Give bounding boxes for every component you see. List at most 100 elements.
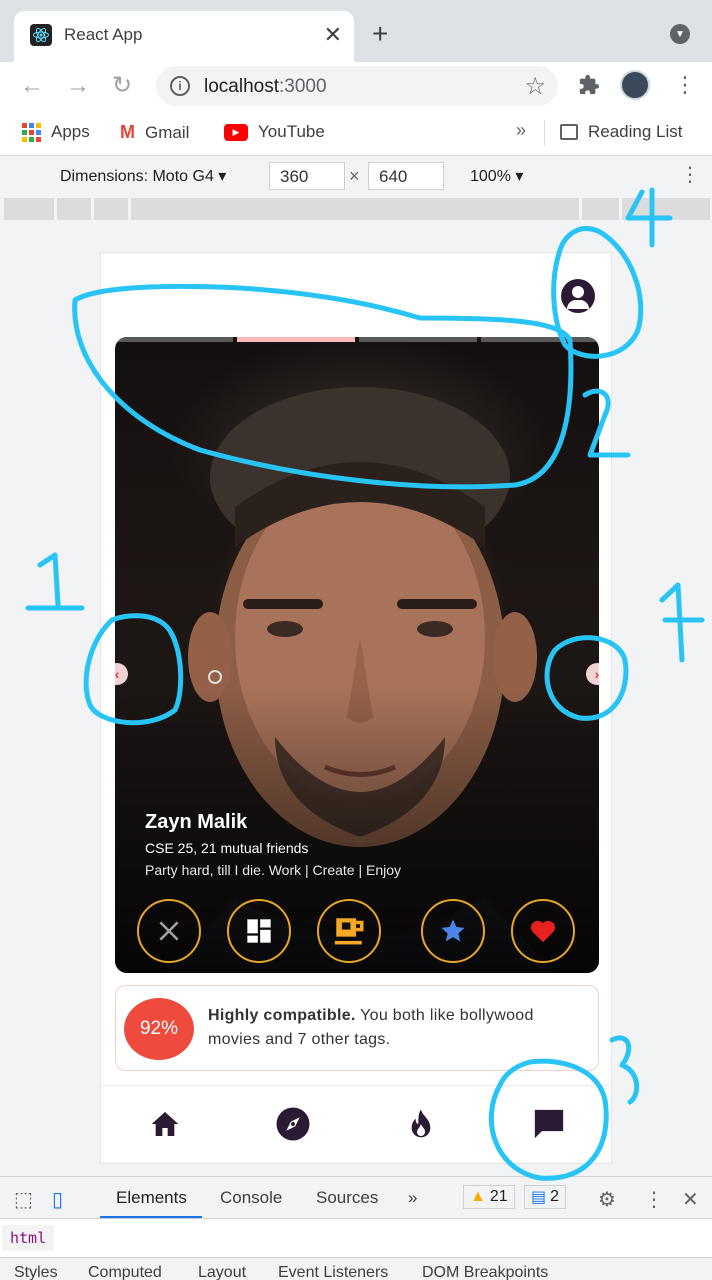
subtab-styles[interactable]: Styles [14, 1264, 58, 1280]
dom-breadcrumb: html [0, 1221, 712, 1255]
coffee-icon [334, 918, 364, 945]
back-icon[interactable]: ← [20, 72, 44, 100]
bottom-nav [101, 1085, 611, 1163]
heart-icon [530, 920, 556, 943]
message-icon: ▤ [531, 1189, 547, 1206]
tab-console[interactable]: Console [220, 1188, 282, 1208]
bookmarks-bar: Apps M Gmail ▶ YouTube » Reading List [0, 110, 712, 156]
react-favicon-icon [30, 24, 52, 46]
reading-list-icon [560, 124, 578, 140]
flame-icon [411, 1109, 431, 1138]
device-toggle-icon[interactable]: ▯ [52, 1187, 63, 1212]
gmail-icon: M [120, 122, 135, 142]
bookmarks-overflow-icon[interactable]: » [516, 120, 526, 141]
compatibility-text: Highly compatible. You both like bollywo… [208, 1004, 588, 1052]
device-toolbar-menu-icon[interactable]: ⋮ [680, 162, 700, 187]
browser-menu-icon[interactable]: ⋮ [674, 72, 696, 98]
close-devtools-icon[interactable]: ✕ [682, 1187, 699, 1212]
profile-avatar[interactable] [620, 70, 650, 100]
bookmark-gmail[interactable]: M Gmail [120, 122, 189, 143]
device-width-input[interactable]: 360 [269, 162, 345, 190]
device-viewport: ‹ › Zayn Malik CSE 25, 21 mutual friends… [0, 220, 712, 1176]
nav-explore[interactable] [275, 1106, 311, 1142]
bookmark-apps[interactable]: Apps [22, 122, 90, 142]
close-tab-icon[interactable]: ✕ [324, 21, 342, 49]
profile-icon[interactable] [561, 279, 595, 313]
zoom-label: 100% [470, 168, 511, 185]
active-tab-indicator [100, 1216, 202, 1218]
close-icon [159, 921, 179, 941]
inspect-element-icon[interactable]: ⬚ [14, 1187, 33, 1212]
profile-name: Zayn Malik [145, 811, 248, 833]
media-query-ruler[interactable] [4, 198, 711, 220]
messages-badge[interactable]: ▤ 2 [524, 1185, 567, 1209]
extensions-icon[interactable] [578, 74, 600, 102]
compass-icon [276, 1107, 310, 1141]
device-label: Dimensions: Moto G4 [60, 168, 214, 185]
bookmark-youtube[interactable]: ▶ YouTube [224, 122, 325, 142]
device-select[interactable]: Dimensions: Moto G4 ▾ [60, 166, 226, 186]
devtools-panel: ⬚ ▯ Elements Console Sources » ▲ 21 ▤ 2 ⚙ … [0, 1176, 712, 1280]
url-port: :3000 [279, 76, 327, 97]
grid-icon [247, 919, 271, 943]
compatibility-headline: Highly compatible. [208, 1007, 356, 1024]
profile-card[interactable]: ‹ › Zayn Malik CSE 25, 21 mutual friends… [115, 337, 599, 973]
subtab-computed[interactable]: Computed [88, 1264, 162, 1280]
like-button[interactable] [511, 899, 575, 963]
card-info: Zayn Malik CSE 25, 21 mutual friends Par… [145, 811, 401, 878]
app-screen: ‹ › Zayn Malik CSE 25, 21 mutual friends… [100, 252, 612, 1164]
browser-tab[interactable]: React App ✕ [14, 11, 354, 62]
devtools-menu-icon[interactable]: ⋮ [644, 1187, 664, 1212]
superlike-button[interactable] [421, 899, 485, 963]
chat-icon [534, 1109, 564, 1139]
dimension-separator: × [349, 166, 360, 186]
url-text: localhost:3000 [204, 76, 327, 98]
reading-list[interactable]: Reading List [560, 122, 683, 142]
card-actions [115, 899, 599, 963]
tab-sources[interactable]: Sources [316, 1188, 378, 1208]
tab-elements[interactable]: Elements [116, 1188, 187, 1208]
reading-list-label: Reading List [588, 122, 683, 141]
coffee-button[interactable] [317, 899, 381, 963]
reload-icon[interactable]: ↻ [112, 72, 132, 100]
forward-icon[interactable]: → [66, 72, 90, 100]
tab-title: React App [64, 25, 143, 44]
dislike-button[interactable] [137, 899, 201, 963]
devtools-more-tabs-icon[interactable]: » [408, 1188, 417, 1208]
bookmark-youtube-label: YouTube [258, 122, 325, 141]
profile-subtitle: CSE 25, 21 mutual friends [145, 840, 309, 856]
profile-bio: Party hard, till I die. Work | Create | … [145, 862, 401, 878]
gallery-button[interactable] [227, 899, 291, 963]
new-tab-icon[interactable]: + [372, 20, 388, 48]
browser-toolbar: ← → ↻ i localhost:3000 ☆ ⋮ [0, 62, 712, 110]
site-info-icon[interactable]: i [170, 76, 190, 96]
warning-icon: ▲ [470, 1188, 486, 1205]
youtube-icon: ▶ [224, 123, 248, 141]
compatibility-score: 92% [124, 998, 194, 1060]
device-toolbar: Dimensions: Moto G4 ▾ 360 × 640 100% ▾ ⋮ [0, 156, 712, 196]
bookmark-star-icon[interactable]: ☆ [524, 72, 546, 101]
subtab-event-listeners[interactable]: Event Listeners [278, 1264, 388, 1280]
home-icon [151, 1112, 179, 1136]
apps-grid-icon [22, 122, 41, 142]
browser-tab-strip: React App ✕ + ▼ [0, 0, 712, 62]
nav-chat[interactable] [531, 1106, 567, 1142]
warnings-badge[interactable]: ▲ 21 [463, 1185, 515, 1209]
subtab-layout[interactable]: Layout [198, 1264, 246, 1280]
subtab-dom-breakpoints[interactable]: DOM Breakpoints [422, 1264, 548, 1280]
settings-gear-icon[interactable]: ⚙ [598, 1187, 616, 1212]
breadcrumb-html[interactable]: html [2, 1225, 55, 1251]
device-height-input[interactable]: 640 [368, 162, 444, 190]
compatibility-banner: 92% Highly compatible. You both like bol… [115, 985, 599, 1071]
address-bar[interactable]: i localhost:3000 ☆ [156, 66, 558, 106]
messages-count: 2 [550, 1188, 560, 1205]
devtools-tab-bar: ⬚ ▯ Elements Console Sources » ▲ 21 ▤ 2 ⚙ … [0, 1177, 712, 1219]
warnings-count: 21 [489, 1188, 508, 1205]
zoom-select[interactable]: 100% ▾ [470, 166, 523, 186]
url-host: localhost [204, 76, 279, 97]
nav-matches[interactable] [403, 1106, 439, 1142]
bookmark-apps-label: Apps [51, 122, 90, 141]
star-icon [441, 919, 465, 942]
tab-search-icon[interactable]: ▼ [670, 24, 690, 44]
nav-home[interactable] [147, 1106, 183, 1142]
